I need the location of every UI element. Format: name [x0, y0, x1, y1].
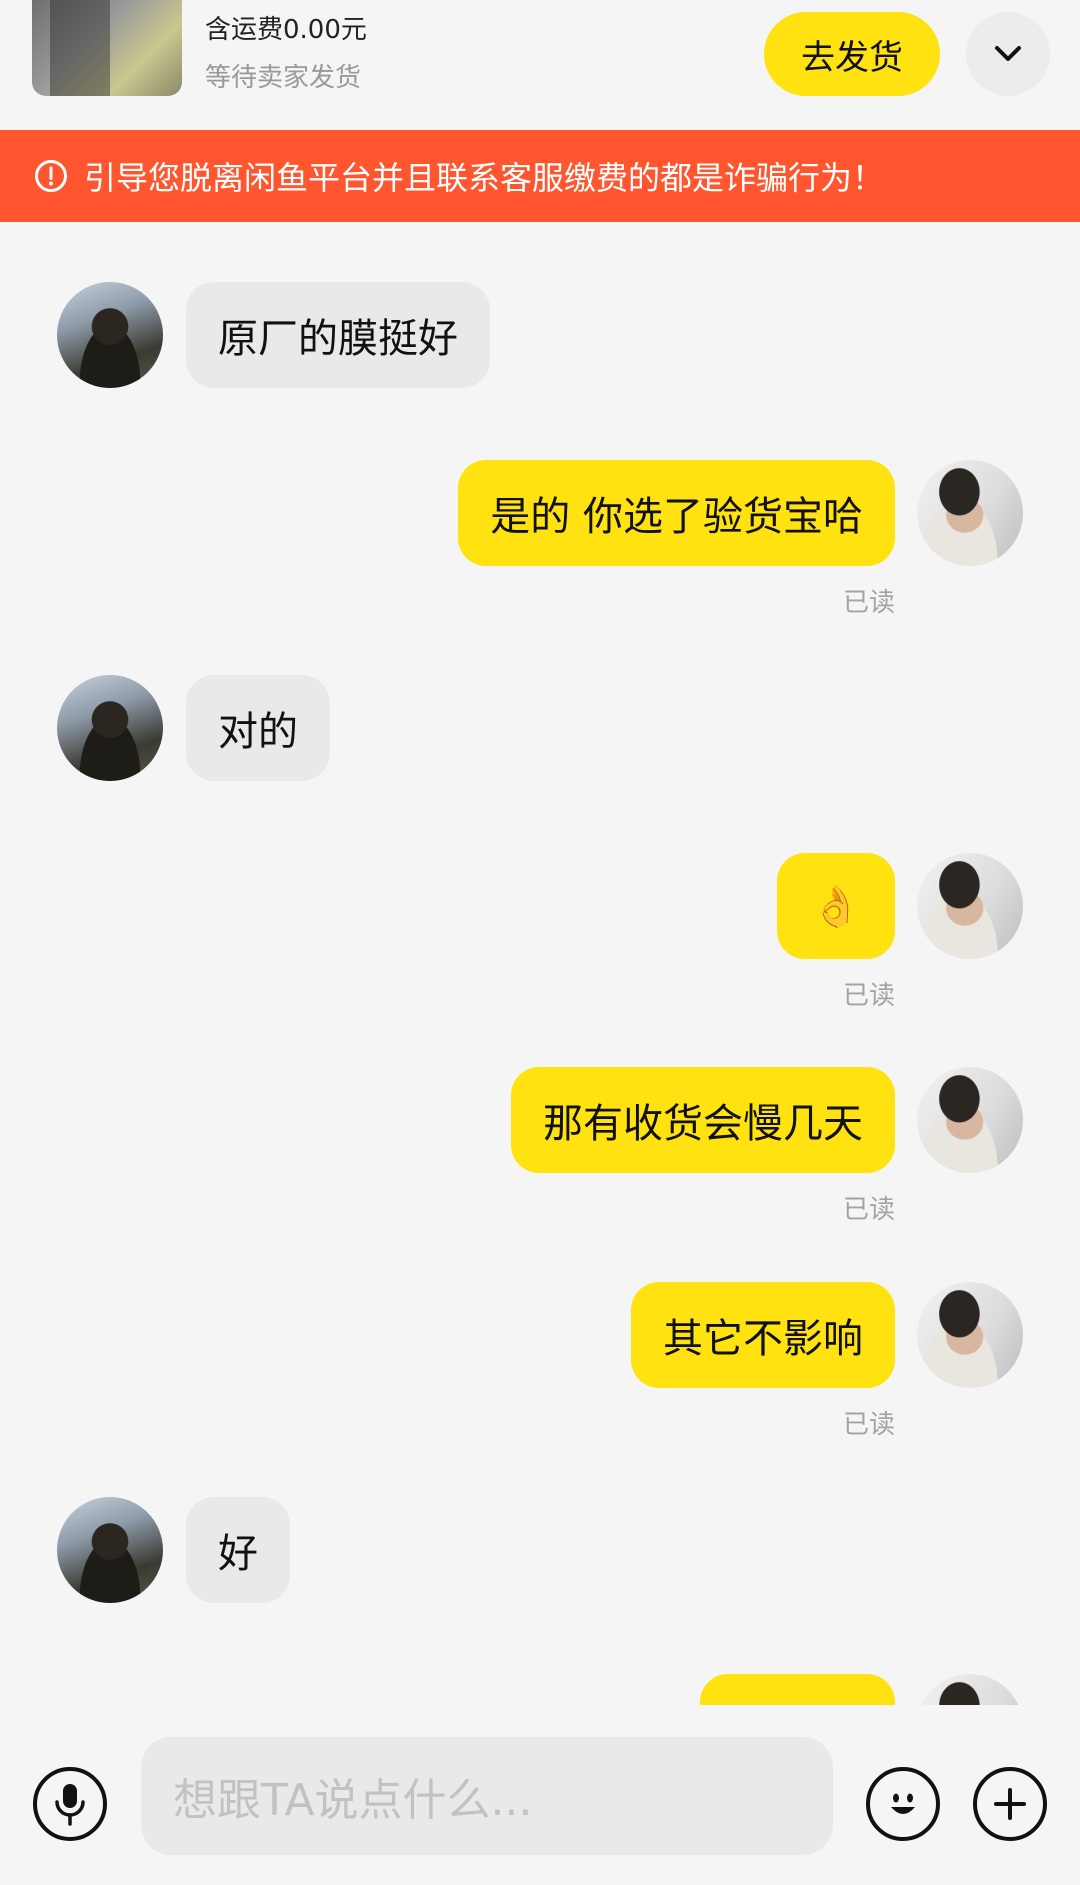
self-avatar[interactable] [917, 1674, 1023, 1705]
message-bubble-self[interactable]: 是的 你选了验货宝哈 [458, 460, 895, 566]
product-thumbnail-shade [50, 0, 110, 96]
exclamation-circle-icon [34, 159, 68, 193]
read-receipt: 已读 [842, 1195, 895, 1225]
chat-message-list[interactable]: 原厂的膜挺好 是的 你选了验货宝哈 已读 对的 👌 已读 那有收货会慢几天 已读… [0, 222, 1080, 1705]
order-bar[interactable]: 含运费0.00元 等待卖家发货 去发货 [0, 0, 1080, 130]
self-avatar[interactable] [917, 1067, 1023, 1173]
microphone-icon [55, 1784, 85, 1826]
more-actions-button[interactable] [973, 1767, 1047, 1841]
self-avatar[interactable] [917, 853, 1023, 959]
message-bubble-peer[interactable]: 原厂的膜挺好 [186, 282, 490, 388]
message-bubble-peer[interactable]: 好 [186, 1497, 290, 1603]
fraud-warning-banner: 引导您脱离闲鱼平台并且联系客服缴费的都是诈骗行为！ [0, 130, 1080, 222]
read-receipt: 已读 [842, 1410, 895, 1440]
peer-avatar[interactable] [57, 282, 163, 388]
plus-icon [994, 1788, 1026, 1820]
emoji-button[interactable] [866, 1767, 940, 1841]
peer-avatar[interactable] [57, 675, 163, 781]
collapse-button[interactable] [966, 12, 1050, 96]
message-composer: 想跟TA说点什么... [0, 1705, 1080, 1885]
product-thumbnail[interactable] [32, 0, 182, 96]
order-info: 含运费0.00元 等待卖家发货 [205, 10, 367, 98]
read-receipt: 已读 [842, 588, 895, 618]
message-bubble-self[interactable]: 那有收货会慢几天 [511, 1067, 895, 1173]
order-status: 等待卖家发货 [205, 63, 362, 93]
message-bubble-self[interactable]: 其它不影响 [631, 1282, 895, 1388]
message-input[interactable]: 想跟TA说点什么... [141, 1737, 833, 1855]
ship-button[interactable]: 去发货 [764, 12, 940, 96]
warning-text: 引导您脱离闲鱼平台并且联系客服缴费的都是诈骗行为！ [84, 159, 885, 197]
message-bubble-self[interactable]: 👌 [777, 853, 895, 959]
self-avatar[interactable] [917, 1282, 1023, 1388]
ok-hand-emoji: 👌 [811, 883, 861, 930]
voice-input-button[interactable] [33, 1767, 107, 1841]
message-bubble-self[interactable] [700, 1674, 895, 1705]
smiley-icon [891, 1793, 915, 1814]
read-receipt: 已读 [842, 981, 895, 1011]
order-shipping-fee: 含运费0.00元 [205, 15, 367, 45]
chevron-down-icon [995, 46, 1021, 61]
self-avatar[interactable] [917, 460, 1023, 566]
message-bubble-peer[interactable]: 对的 [186, 675, 330, 781]
peer-avatar[interactable] [57, 1497, 163, 1603]
